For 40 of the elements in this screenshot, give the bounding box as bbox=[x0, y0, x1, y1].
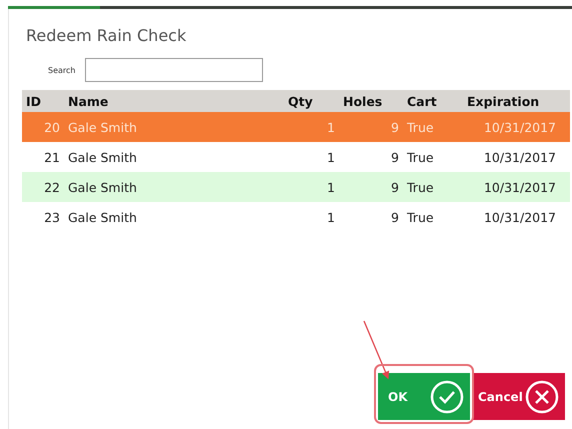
dialog-title: Redeem Rain Check bbox=[26, 26, 186, 45]
cancel-button[interactable]: Cancel bbox=[472, 373, 565, 420]
column-header[interactable]: ID bbox=[22, 94, 64, 108]
table-cell-text: 1 bbox=[326, 180, 336, 194]
column-header[interactable]: Expiration bbox=[463, 94, 560, 108]
column-header[interactable]: Cart bbox=[403, 94, 463, 108]
table-cell-text: 9 bbox=[390, 120, 400, 134]
table-row[interactable]: 21 Gale Smith 1 9 True 10/31/2017 bbox=[22, 142, 570, 172]
table-cell-text: True bbox=[406, 120, 435, 134]
table-cell-text: 23 bbox=[43, 210, 61, 224]
search-label: Search bbox=[48, 66, 76, 74]
table-cell-text: Gale Smith bbox=[67, 150, 138, 164]
table-cell-text: 22 bbox=[43, 180, 61, 194]
table-cell-text: 10/31/2017 bbox=[482, 180, 557, 194]
table-row[interactable]: 22 Gale Smith 1 9 True 10/31/2017 bbox=[22, 172, 570, 202]
table-cell-text: 10/31/2017 bbox=[482, 150, 557, 164]
table-cell-text: Gale Smith bbox=[67, 210, 138, 224]
table-cell-text: 9 bbox=[390, 150, 400, 164]
table-cell-text: 10/31/2017 bbox=[482, 120, 557, 134]
table-cell-text: True bbox=[406, 210, 435, 224]
table-cell-text: 9 bbox=[390, 210, 400, 224]
column-header[interactable]: Holes bbox=[339, 94, 403, 108]
table-cell-text: 9 bbox=[390, 180, 400, 194]
table-cell-text: 1 bbox=[326, 120, 336, 134]
column-header[interactable]: Qty bbox=[284, 94, 339, 108]
annotation-arrow bbox=[363, 320, 390, 380]
table-cell-text: Gale Smith bbox=[67, 180, 138, 194]
table-cell-text: True bbox=[406, 180, 435, 194]
close-icon bbox=[525, 380, 559, 414]
check-icon bbox=[430, 380, 464, 414]
table-cell-text: 1 bbox=[326, 150, 336, 164]
search-field[interactable] bbox=[85, 58, 264, 82]
table-cell-text: True bbox=[406, 150, 435, 164]
table-cell-text: 20 bbox=[43, 120, 61, 134]
table-row[interactable]: 23 Gale Smith 1 9 True 10/31/2017 bbox=[22, 202, 570, 232]
table-cell-text: Gale Smith bbox=[67, 120, 138, 134]
column-header[interactable]: Name bbox=[64, 94, 284, 108]
table-cell-text: 21 bbox=[43, 150, 61, 164]
table-cell-text: 10/31/2017 bbox=[482, 210, 557, 224]
table-cell-text: 1 bbox=[326, 210, 336, 224]
